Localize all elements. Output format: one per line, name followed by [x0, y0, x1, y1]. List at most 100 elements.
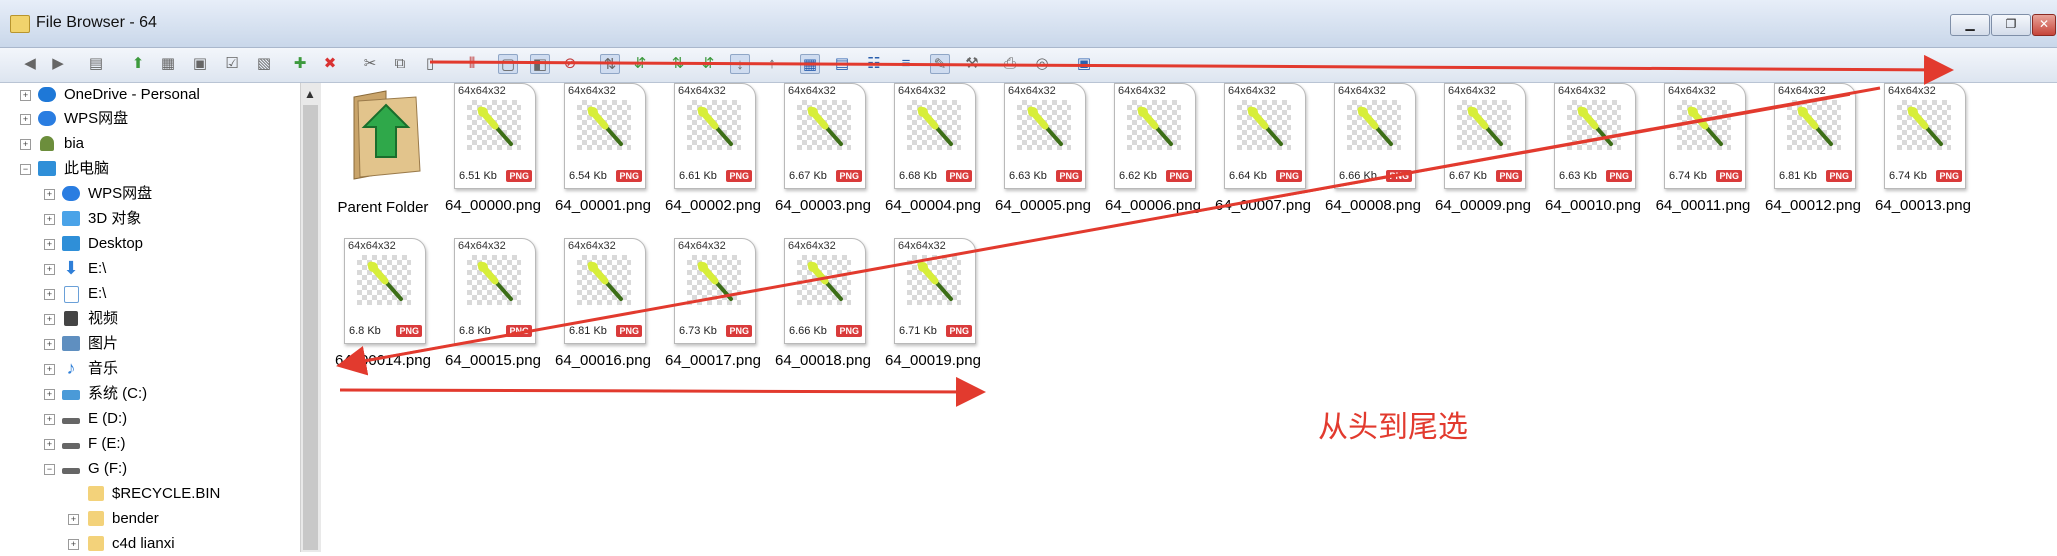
file-tile[interactable]: 64x64x32 6.66 Kb PNG 64_00018.png — [770, 238, 876, 388]
expand-icon[interactable]: + — [44, 264, 55, 275]
expand-icon[interactable]: + — [44, 389, 55, 400]
file-tile[interactable]: 64x64x32 6.54 Kb PNG 64_00001.png — [550, 83, 656, 233]
folder-up-icon[interactable]: ⬆ — [128, 54, 148, 74]
expand-icon[interactable]: + — [20, 114, 31, 125]
list-view-icon[interactable]: ☷ — [864, 54, 884, 74]
filter-icon[interactable]: ⫴ — [462, 54, 482, 74]
file-name: 64_00013.png — [1875, 197, 1971, 214]
magic-wand-icon — [1137, 106, 1173, 146]
burn-icon[interactable]: ◎ — [1032, 54, 1052, 74]
file-tile[interactable]: 64x64x32 6.74 Kb PNG 64_00013.png — [1870, 83, 1976, 233]
file-type-badge: PNG — [616, 170, 642, 182]
tools-icon[interactable]: ✎ — [930, 54, 950, 74]
scrollbar-thumb[interactable] — [303, 105, 318, 550]
copy-icon[interactable]: ⧉ — [390, 54, 410, 74]
expand-icon[interactable]: + — [44, 414, 55, 425]
file-tile[interactable]: 64x64x32 6.81 Kb PNG 64_00012.png — [1760, 83, 1866, 233]
expand-icon[interactable]: + — [44, 339, 55, 350]
annotation-text: 从头到尾选 — [1318, 410, 1468, 445]
collapse-icon[interactable]: − — [44, 464, 55, 475]
png-file-icon: 64x64x32 6.74 Kb PNG — [1664, 83, 1746, 189]
file-tile[interactable]: 64x64x32 6.63 Kb PNG 64_00005.png — [990, 83, 1096, 233]
file-name: 64_00012.png — [1765, 197, 1861, 214]
file-tile[interactable]: 64x64x32 6.81 Kb PNG 64_00016.png — [550, 238, 656, 388]
rename-icon[interactable]: ▧ — [254, 54, 274, 74]
file-tile[interactable]: 64x64x32 6.62 Kb PNG 64_00006.png — [1100, 83, 1206, 233]
sidebar-item-label: E:\ — [88, 285, 107, 302]
checkbox-icon[interactable]: ☑ — [222, 54, 242, 74]
expand-icon[interactable]: + — [44, 214, 55, 225]
app-folder-icon — [10, 15, 30, 33]
file-type-badge: PNG — [726, 170, 752, 182]
stop-icon[interactable]: ⊘ — [560, 54, 580, 74]
file-name: 64_00000.png — [445, 197, 541, 214]
file-tile[interactable]: 64x64x32 6.64 Kb PNG 64_00007.png — [1210, 83, 1316, 233]
sort-descending-icon[interactable]: ↑ — [762, 54, 782, 74]
file-tile[interactable]: 64x64x32 6.74 Kb PNG 64_00011.png — [1650, 83, 1756, 233]
grid-view-icon[interactable]: ▤ — [832, 54, 852, 74]
expand-icon[interactable]: + — [44, 189, 55, 200]
collapse-icon[interactable]: − — [20, 164, 31, 175]
sort-ascending-icon[interactable]: ↓ — [730, 54, 750, 74]
expand-icon[interactable]: + — [44, 439, 55, 450]
file-type-badge: PNG — [946, 325, 972, 337]
title-bar: File Browser - 64 ▁ ❐ ✕ — [0, 0, 2057, 48]
file-tile[interactable]: 64x64x32 6.51 Kb PNG 64_00000.png — [440, 83, 546, 233]
settings-icon[interactable]: ⚒ — [962, 54, 982, 74]
file-tile[interactable]: 64x64x32 6.73 Kb PNG 64_00017.png — [660, 238, 766, 388]
expand-icon[interactable]: + — [44, 289, 55, 300]
file-tile[interactable]: 64x64x32 6.68 Kb PNG 64_00004.png — [880, 83, 986, 233]
file-type-badge: PNG — [506, 325, 532, 337]
copy-to-icon[interactable]: ▤ — [86, 54, 106, 74]
file-tile[interactable]: 64x64x32 6.8 Kb PNG 64_00014.png — [330, 238, 436, 388]
new-folder-icon[interactable]: ✚ — [290, 54, 310, 74]
file-tile[interactable]: 64x64x32 6.8 Kb PNG 64_00015.png — [440, 238, 546, 388]
expand-icon[interactable]: + — [44, 239, 55, 250]
view-mode-2-icon[interactable]: ◧ — [530, 54, 550, 74]
print-icon[interactable]: ⎙ — [1000, 54, 1020, 74]
expand-icon[interactable]: + — [44, 314, 55, 325]
close-button[interactable]: ✕ — [2032, 14, 2056, 36]
parent-folder-tile[interactable]: Parent Folder — [330, 83, 436, 233]
file-tile[interactable]: 64x64x32 6.63 Kb PNG 64_00010.png — [1540, 83, 1646, 233]
sort-type-icon[interactable]: ⇵ — [698, 54, 718, 74]
forward-icon[interactable]: ▶ — [48, 54, 68, 74]
png-file-icon: 64x64x32 6.8 Kb PNG — [344, 238, 426, 344]
delete-icon[interactable]: ✖ — [320, 54, 340, 74]
file-tile[interactable]: 64x64x32 6.66 Kb PNG 64_00008.png — [1320, 83, 1426, 233]
sort-name-icon[interactable]: ⇅ — [600, 54, 620, 74]
info-panel-icon[interactable]: ▣ — [1074, 54, 1094, 74]
file-tile[interactable]: 64x64x32 6.71 Kb PNG 64_00019.png — [880, 238, 986, 388]
expand-icon[interactable]: + — [20, 139, 31, 150]
sidebar-scrollbar[interactable]: ▲ — [300, 83, 321, 552]
minimize-button[interactable]: ▁ — [1950, 14, 1990, 36]
file-name: 64_00001.png — [555, 197, 651, 214]
properties-icon[interactable]: ▣ — [190, 54, 210, 74]
magic-wand-icon — [1577, 106, 1613, 146]
thumbnails-view-icon[interactable]: ▦ — [800, 54, 820, 74]
history-icon[interactable]: ▦ — [158, 54, 178, 74]
expand-icon[interactable]: + — [68, 539, 79, 550]
maximize-button[interactable]: ❐ — [1991, 14, 2031, 36]
file-tile[interactable]: 64x64x32 6.67 Kb PNG 64_00009.png — [1430, 83, 1536, 233]
file-tile[interactable]: 64x64x32 6.67 Kb PNG 64_00003.png — [770, 83, 876, 233]
expand-icon[interactable]: + — [44, 364, 55, 375]
expand-icon[interactable]: + — [68, 514, 79, 525]
expand-icon[interactable]: + — [20, 90, 31, 101]
film-icon — [64, 311, 78, 326]
file-tile[interactable]: 64x64x32 6.61 Kb PNG 64_00002.png — [660, 83, 766, 233]
download-icon: ⬇ — [63, 258, 79, 278]
sort-size-icon[interactable]: ⇵ — [630, 54, 650, 74]
details-view-icon[interactable]: ≡ — [896, 54, 916, 74]
file-size: 6.63 Kb — [1559, 170, 1597, 182]
cut-icon[interactable]: ✂ — [360, 54, 380, 74]
back-icon[interactable]: ◀ — [20, 54, 40, 74]
magic-wand-icon — [587, 106, 623, 146]
view-mode-1-icon[interactable]: ▢ — [498, 54, 518, 74]
magic-wand-icon — [807, 106, 843, 146]
sort-date-icon[interactable]: ⇅ — [668, 54, 688, 74]
scroll-up-icon[interactable]: ▲ — [304, 87, 316, 101]
paste-icon[interactable]: ▯ — [420, 54, 440, 74]
file-type-badge: PNG — [1936, 170, 1962, 182]
magic-wand-icon — [917, 106, 953, 146]
